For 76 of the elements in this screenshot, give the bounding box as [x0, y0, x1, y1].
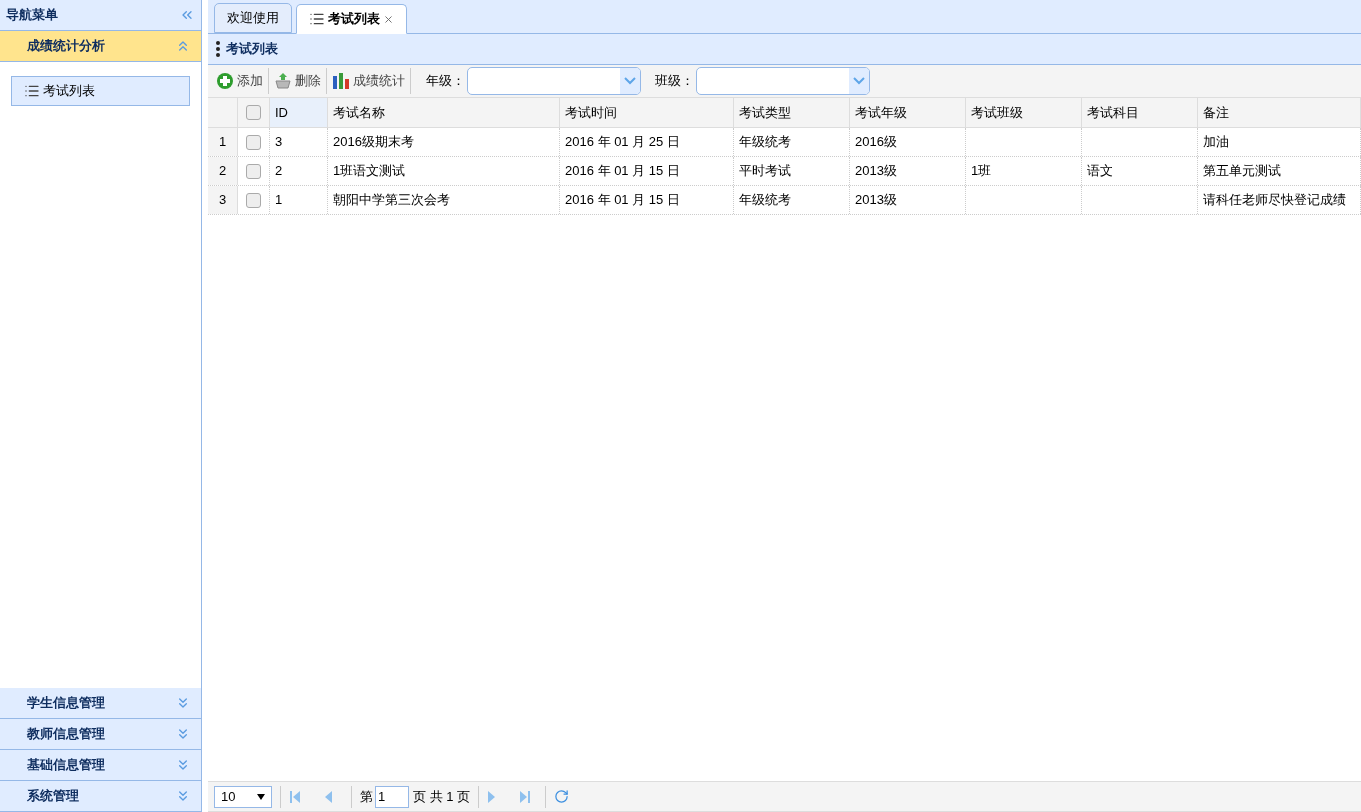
page-size-select[interactable]: 10 [214, 785, 272, 808]
accordion-header[interactable]: 基础信息管理 [0, 750, 201, 781]
filter-label: 年级： [426, 72, 465, 91]
row-number: 1 [208, 128, 238, 156]
row-checkbox[interactable] [246, 134, 261, 150]
accordion-header[interactable]: 教师信息管理 [0, 719, 201, 750]
accordion-title: 基础信息管理 [27, 756, 105, 775]
menu-dots-icon [216, 41, 220, 57]
last-page-icon[interactable] [519, 789, 532, 804]
tab[interactable]: 欢迎使用 [214, 3, 292, 33]
column-header[interactable]: 考试时间 [560, 98, 734, 127]
table-cell: 2016 年 01 月 15 日 [560, 157, 734, 185]
refresh-icon[interactable] [554, 789, 570, 804]
table-cell: 3 [270, 128, 328, 156]
row-checkbox[interactable] [246, 192, 261, 208]
accordion-title: 学生信息管理 [27, 694, 105, 713]
row-number: 3 [208, 186, 238, 214]
dropdown-field[interactable] [696, 67, 870, 95]
first-page-icon[interactable] [289, 789, 301, 804]
table-cell: 语文 [1082, 157, 1198, 185]
table-cell: 1班语文测试 [328, 157, 560, 185]
column-header[interactable]: 考试科目 [1082, 98, 1198, 127]
dropdown-arrow-icon [257, 793, 265, 800]
close-icon[interactable] [383, 13, 394, 25]
table-cell: 请科任老师尽快登记成绩 [1198, 186, 1361, 214]
accordion-header[interactable]: 学生信息管理 [0, 688, 201, 719]
select-all-checkbox[interactable] [246, 105, 261, 120]
page-count: 页 共 1 页 [413, 787, 471, 806]
table-cell: 2013级 [850, 157, 966, 185]
toolbar-button[interactable]: 删除 [270, 68, 325, 94]
table-cell: 2016 年 01 月 15 日 [560, 186, 734, 214]
column-header[interactable]: 备注 [1198, 98, 1361, 127]
chevron-down-icon [853, 77, 865, 85]
page-number-field[interactable]: 1 [375, 785, 409, 808]
bar-chart-icon [332, 72, 350, 90]
toolbar-button[interactable]: 成绩统计 [328, 68, 409, 94]
table-cell: 2016级期末考 [328, 128, 560, 156]
sidebar-title: 导航菜单 [6, 6, 58, 25]
table-cell: 2016 年 01 月 25 日 [560, 128, 734, 156]
filter-label: 班级： [655, 72, 694, 91]
panel-title: 考试列表 [226, 40, 278, 59]
table-cell: 第五单元测试 [1198, 157, 1361, 185]
accordion-header[interactable]: 成绩统计分析 [0, 31, 201, 62]
list-icon [309, 11, 325, 27]
column-header[interactable]: 考试年级 [850, 98, 966, 127]
accordion-title: 成绩统计分析 [27, 37, 105, 56]
table-cell: 2013级 [850, 186, 966, 214]
plus-icon [216, 72, 234, 90]
menu-item[interactable]: 考试列表 [11, 76, 190, 106]
page-label: 第 [360, 787, 373, 806]
dropdown-field[interactable] [467, 67, 641, 95]
toolbar-button[interactable]: 添加 [212, 68, 267, 94]
previous-page-icon[interactable] [323, 789, 333, 804]
chevron-down-icon [624, 77, 636, 85]
accordion-title: 系统管理 [27, 787, 79, 806]
table-cell: 1 [270, 186, 328, 214]
column-header[interactable]: 考试名称 [328, 98, 560, 127]
table-cell: 加油 [1198, 128, 1361, 156]
accordion-title: 教师信息管理 [27, 725, 105, 744]
table-cell: 2 [270, 157, 328, 185]
table-cell: 1班 [966, 157, 1082, 185]
column-header[interactable]: 考试类型 [734, 98, 850, 127]
table-cell: 年级统考 [734, 128, 850, 156]
row-checkbox[interactable] [246, 163, 261, 179]
table-cell: 年级统考 [734, 186, 850, 214]
list-icon [24, 83, 40, 99]
column-header[interactable]: 考试班级 [966, 98, 1082, 127]
column-header[interactable]: ID [270, 98, 328, 127]
accordion-header[interactable]: 系统管理 [0, 781, 201, 812]
basket-icon [274, 72, 292, 90]
table-cell: 2016级 [850, 128, 966, 156]
menu-item-label: 考试列表 [43, 82, 95, 101]
row-number: 2 [208, 157, 238, 185]
table-cell: 平时考试 [734, 157, 850, 185]
table-cell: 朝阳中学第三次会考 [328, 186, 560, 214]
tab[interactable]: 考试列表 [296, 4, 407, 34]
